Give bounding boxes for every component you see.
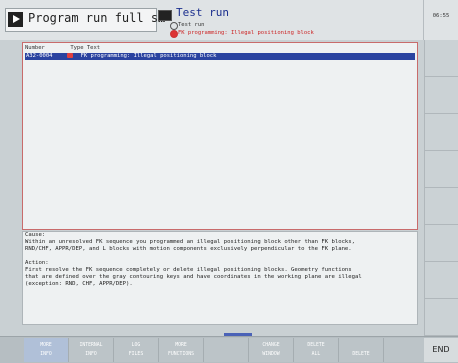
error-details: Cause: Within an unresolved FK sequence … — [22, 231, 418, 325]
softkey-log-files[interactable]: LOG FILES — [114, 338, 159, 362]
error-list[interactable]: Number Type Text A32-0004 FK programming… — [22, 42, 418, 230]
operating-mode-box[interactable]: Program run full s… — [5, 8, 165, 32]
clock: 06:55 — [423, 0, 458, 40]
status-line-2: FK programming: Illegal positioning bloc… — [178, 30, 314, 36]
cause-line: Within an unresolved FK sequence you pro… — [25, 239, 356, 245]
side-softkey[interactable] — [424, 151, 458, 188]
column-number: Number — [25, 45, 45, 51]
softkey-change-window[interactable]: CHANGE WINDOW — [249, 338, 294, 362]
softkey-empty[interactable] — [384, 338, 425, 362]
softkey-bar: MORE INFO INTERNAL INFO LOG FILES MORE FUNCT… — [0, 336, 458, 363]
action-heading: Action: — [25, 260, 49, 266]
side-softkey[interactable] — [424, 225, 458, 262]
program-run-icon — [8, 12, 23, 27]
mode-title: Program run full s… — [28, 11, 166, 25]
softkey-empty[interactable] — [204, 338, 249, 362]
vertical-softkey-bar — [424, 40, 458, 336]
error-number: A32-0004 — [26, 53, 53, 59]
action-line: that are defined over the gray contourin… — [25, 274, 362, 280]
info-circle-icon — [170, 22, 178, 30]
error-text: FK programming: Illegal positioning bloc… — [80, 53, 217, 59]
action-line: First resolve the FK sequence completely… — [25, 267, 352, 273]
monitor-icon — [158, 10, 172, 21]
error-icon — [67, 53, 74, 58]
cause-heading: Cause: — [25, 232, 46, 238]
error-circle-icon — [170, 30, 178, 38]
side-softkey[interactable] — [424, 114, 458, 151]
side-softkey[interactable] — [424, 188, 458, 225]
side-softkey[interactable] — [424, 299, 458, 336]
end-button[interactable]: END — [424, 338, 458, 362]
header-bar: Program run full s… Test run Test run FK… — [0, 0, 424, 41]
softkey-delete[interactable]: DELETE — [339, 338, 384, 362]
softkey-delete-all[interactable]: DELETE ALL — [294, 338, 339, 362]
sub-mode-title: Test run — [176, 6, 229, 19]
softkey-more-info[interactable]: MORE INFO — [24, 338, 69, 362]
side-softkey[interactable] — [424, 77, 458, 114]
cause-line: RND/CHF, APPR/DEP, and L blocks with mot… — [25, 246, 352, 252]
action-line: (exception: RND, CHF, APPR/DEP). — [25, 281, 133, 287]
status-line-1: Test run — [178, 22, 205, 28]
softkey-more-functions[interactable]: MORE FUNCTIONS — [159, 338, 204, 362]
softkey-internal-info[interactable]: INTERNAL INFO — [69, 338, 114, 362]
column-type-text: Type Text — [70, 45, 101, 51]
side-softkey[interactable] — [424, 40, 458, 77]
side-softkey[interactable] — [424, 262, 458, 299]
error-row[interactable]: A32-0004 FK programming: Illegal positio… — [25, 53, 415, 60]
list-header: Number Type Text — [25, 45, 100, 51]
